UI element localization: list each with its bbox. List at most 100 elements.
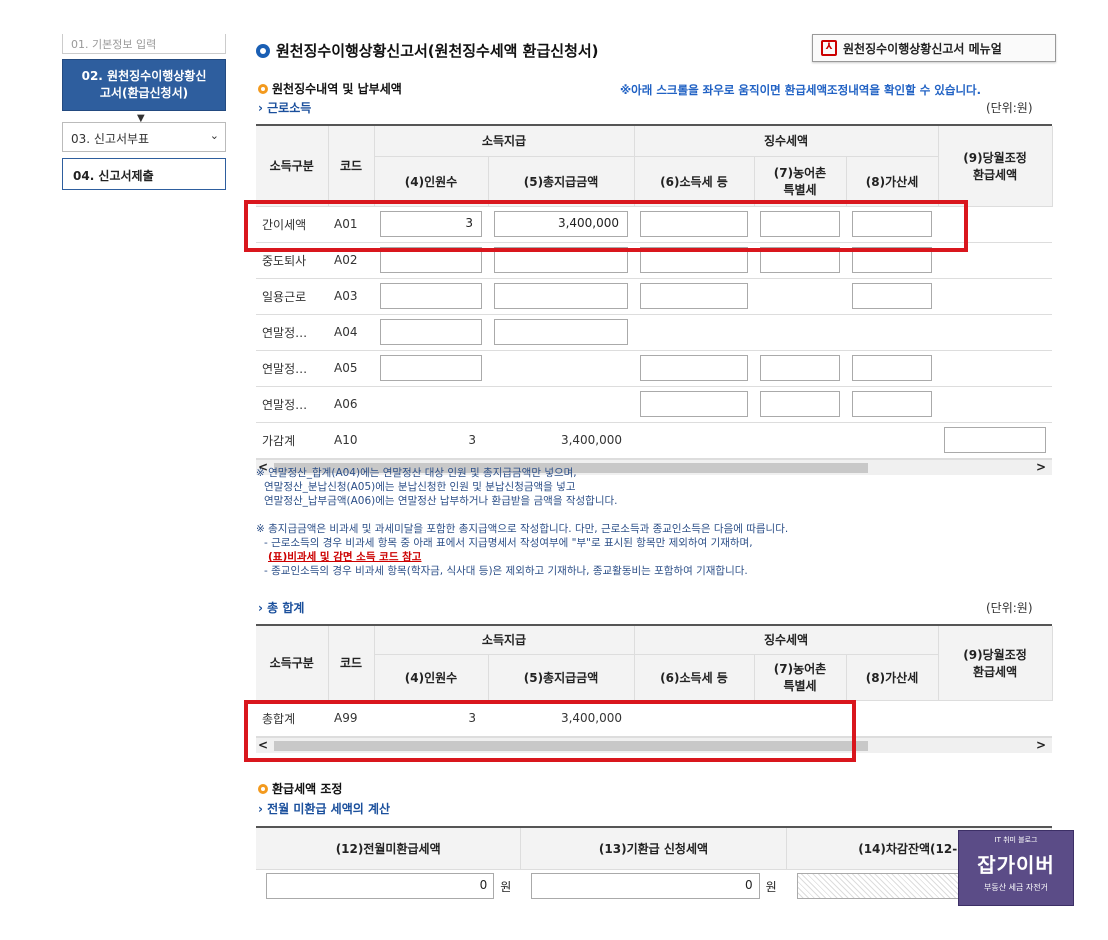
total-pay-input[interactable]: [494, 319, 629, 345]
logo-line: IT 취미 블로그: [994, 836, 1038, 844]
note-line: - 종교인소득의 경우 비과세 항목(학자금, 식사대 등)은 제외하고 기재하…: [264, 565, 748, 577]
highlight-box: [244, 700, 856, 762]
income-tax-input[interactable]: [640, 391, 749, 417]
prev-unrefunded-input[interactable]: 0: [266, 873, 495, 899]
manual-button[interactable]: ⅄ 원천징수이행상황신고서 메뉴얼: [812, 34, 1056, 62]
sidebar-item-label: 02. 원천징수이행상황신: [81, 69, 207, 83]
labor-income-table: 소득구분 코드 소득지급 징수세액 (9)당월조정 환급세액 (4)인원수 (5)…: [256, 124, 1053, 475]
income-tax-input[interactable]: [640, 283, 749, 309]
chevron-down-icon: ⌄: [209, 129, 219, 142]
row-type: 연말정…: [256, 350, 328, 387]
col-total-pay: (5)총지급금액: [488, 156, 635, 207]
row-type: 가감계: [256, 422, 328, 459]
row-code: A04: [328, 314, 374, 351]
note-line: 연말정산_납부금액(A06)에는 연말정산 납부하거나 환급받을 금액을 작성합…: [264, 495, 618, 507]
col-rural-tax: (7)농어촌특별세: [754, 654, 847, 701]
col-refund: (9)당월조정 환급세액: [938, 126, 1053, 207]
orange-bullet-icon: [258, 83, 268, 94]
sidebar-item-withholding-report[interactable]: 02. 원천징수이행상황신 고서(환급신청서): [62, 59, 226, 111]
scroll-right-icon[interactable]: >: [1036, 460, 1046, 474]
rural-tax-input[interactable]: [760, 355, 841, 381]
orange-bullet-icon: [258, 783, 268, 794]
subsection-prev-month: › 전월 미환급 세액의 계산: [258, 802, 391, 816]
unit-label: (단위:원): [986, 101, 1033, 115]
logo-line: 부동산 세금 자전거: [984, 883, 1048, 892]
page-title: 원천징수이행상황신고서(원천징수세액 환급신청서): [256, 40, 599, 61]
page-title-text: 원천징수이행상황신고서(원천징수세액 환급신청서): [276, 42, 599, 60]
row-total: 3,400,000: [488, 422, 635, 459]
pdf-icon: ⅄: [821, 40, 837, 56]
row-code: A05: [328, 350, 374, 387]
penalty-input[interactable]: [852, 355, 933, 381]
table-row: 가감계 A10 3 3,400,000: [256, 422, 1053, 459]
watermark-logo: IT 취미 블로그 잡가이버 부동산 세금 자전거: [958, 830, 1074, 906]
income-tax-input[interactable]: [640, 355, 749, 381]
penalty-input[interactable]: [852, 283, 933, 309]
col-rural-l2: 특별세: [783, 679, 817, 693]
col-penalty: (8)가산세: [846, 156, 939, 207]
nontax-code-link[interactable]: (표)비과세 및 감면 소득 코드 참고: [268, 551, 421, 563]
subsection-labor-income: › 근로소득: [258, 101, 312, 115]
total-pay-input[interactable]: [494, 283, 629, 309]
note-line: - 근로소득의 경우 비과세 항목 중 아래 표에서 지급명세서 작성여부에 "…: [264, 537, 753, 549]
col-refund-requested: (13)기환급 신청세액: [521, 828, 787, 869]
row-code: A10: [328, 422, 374, 459]
section-title-withholding: 원천징수내역 및 납부세액: [258, 80, 402, 97]
count-input[interactable]: [380, 319, 482, 345]
refund-table: (12)전월미환급세액 (13)기환급 신청세액 (14)차감잔액(12-13)…: [256, 826, 1052, 902]
col-refund-l2: 환급세액: [972, 664, 1018, 679]
sidebar-item-submit[interactable]: 04. 신고서제출: [62, 158, 226, 190]
scroll-notice: ※아래 스크롤을 좌우로 움직이면 환급세액조정내역을 확인할 수 있습니다.: [620, 83, 981, 97]
col-refund: (9)당월조정환급세액: [938, 626, 1053, 701]
row-type: 연말정…: [256, 386, 328, 423]
refund-requested-input[interactable]: 0: [531, 873, 760, 899]
col-refund-l1: (9)당월조정: [963, 150, 1027, 165]
table-row: 연말정… A06: [256, 386, 1053, 423]
col-rural-l1: (7)농어촌: [773, 166, 827, 180]
col-prev-unrefunded: (12)전월미환급세액: [256, 828, 522, 869]
count-input[interactable]: [380, 355, 482, 381]
col-rural-l2: 특별세: [783, 183, 817, 197]
row-type: 연말정…: [256, 314, 328, 351]
col-count: (4)인원수: [374, 156, 489, 207]
col-total-pay: (5)총지급금액: [488, 654, 635, 701]
col-income-payment: 소득지급: [374, 626, 635, 655]
won-label: 원: [500, 879, 512, 894]
row-code: A06: [328, 386, 374, 423]
col-refund-l1: (9)당월조정: [963, 647, 1027, 662]
highlight-box: [244, 200, 968, 252]
subsection-total: › 총 합계: [258, 601, 305, 615]
col-code: 코드: [328, 626, 375, 701]
bullet-icon: [256, 43, 270, 58]
count-input[interactable]: [380, 283, 482, 309]
refund-input[interactable]: [944, 427, 1047, 453]
penalty-input[interactable]: [852, 391, 933, 417]
table-row: 연말정… A04: [256, 314, 1053, 351]
manual-button-label: 원천징수이행상황신고서 메뉴얼: [843, 41, 1002, 56]
note-line: ※ 총지급금액은 비과세 및 과세미달을 포함한 총지급액으로 작성합니다. 다…: [256, 523, 789, 535]
logo-line: 잡가이버: [977, 853, 1055, 877]
notes-block-2: ※ 총지급금액은 비과세 및 과세미달을 포함한 총지급액으로 작성합니다. 다…: [256, 522, 788, 578]
sidebar-item-label: 고서(환급신청서): [99, 86, 189, 100]
notes-block-1: ※ 연말정산_합계(A04)에는 연말정산 대상 인원 및 총지급금액만 넣으며…: [256, 466, 617, 508]
col-penalty: (8)가산세: [846, 654, 939, 701]
section-title-text: 환급세액 조정: [272, 782, 343, 796]
table-row: 일용근로 A03: [256, 278, 1053, 315]
table-row: 연말정… A05: [256, 350, 1053, 387]
col-income-tax: (6)소득세 등: [634, 156, 755, 207]
col-income-tax: (6)소득세 등: [634, 654, 755, 701]
col-income-payment: 소득지급: [374, 126, 635, 157]
scroll-right-icon[interactable]: >: [1036, 738, 1046, 752]
note-line: ※ 연말정산_합계(A04)에는 연말정산 대상 인원 및 총지급금액만 넣으며…: [256, 467, 577, 479]
rural-tax-input[interactable]: [760, 391, 841, 417]
col-code: 코드: [328, 126, 375, 207]
col-rural-l1: (7)농어촌: [773, 662, 827, 676]
col-income-type: 소득구분: [256, 626, 329, 701]
sidebar-item-basic-info[interactable]: 01. 기본정보 입력: [62, 34, 226, 54]
row-code: A03: [328, 278, 374, 315]
col-withholding: 징수세액: [634, 626, 939, 655]
sidebar-item-label: 03. 신고서부표: [71, 132, 150, 146]
won-label: 원: [765, 879, 777, 894]
note-line: 연말정산_분납신청(A05)에는 분납신청한 인원 및 분납신청금액을 넣고: [264, 481, 576, 493]
sidebar-item-attachments[interactable]: 03. 신고서부표 ⌄: [62, 122, 226, 152]
